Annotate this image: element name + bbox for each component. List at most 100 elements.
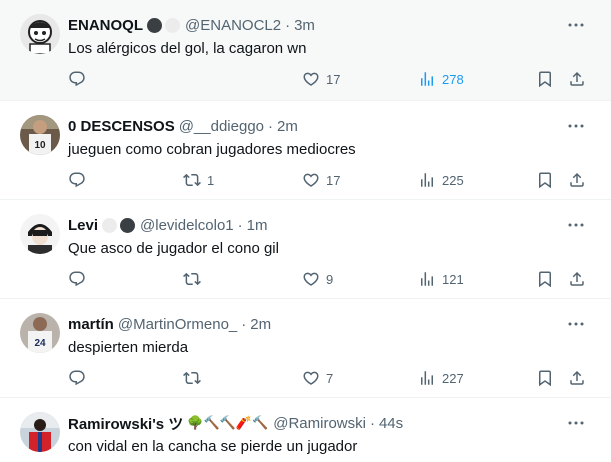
username[interactable]: @MartinOrmeno_ bbox=[118, 316, 237, 333]
more-icon[interactable] bbox=[567, 18, 585, 32]
avatar[interactable]: 10 bbox=[20, 115, 60, 155]
tweet-text: Que asco de jugador el cono gil bbox=[68, 240, 279, 257]
views-icon bbox=[418, 70, 436, 88]
heart-icon bbox=[302, 369, 320, 387]
share-button[interactable] bbox=[568, 369, 586, 387]
tweet-header: ENANOQL @ENANOCL2 · 3m bbox=[68, 16, 315, 34]
separator: · bbox=[285, 16, 291, 34]
reply-icon bbox=[68, 70, 86, 88]
display-name[interactable]: Ramirowski's ツ bbox=[68, 413, 183, 434]
like-count: 17 bbox=[326, 71, 341, 87]
heart-icon bbox=[302, 270, 320, 288]
timestamp[interactable]: 44s bbox=[379, 415, 403, 432]
black-circle-icon bbox=[147, 17, 162, 33]
username[interactable]: @Ramirowski bbox=[273, 415, 366, 432]
display-name[interactable]: martín bbox=[68, 316, 114, 333]
reply-button[interactable] bbox=[68, 270, 92, 288]
reply-button[interactable] bbox=[68, 369, 92, 387]
reply-icon bbox=[68, 369, 86, 387]
username[interactable]: @levidelcolo1 bbox=[140, 217, 234, 234]
tweet-text: Los alérgicos del gol, la cagaron wn bbox=[68, 40, 307, 57]
views-icon bbox=[418, 270, 436, 288]
display-name[interactable]: 0 DESCENSOS bbox=[68, 118, 175, 135]
like-count: 17 bbox=[326, 172, 341, 188]
action-bar: 9 121 bbox=[0, 270, 611, 292]
separator: · bbox=[268, 117, 274, 135]
bookmark-button[interactable] bbox=[536, 70, 554, 88]
more-icon[interactable] bbox=[567, 119, 585, 133]
share-icon bbox=[568, 70, 586, 88]
like-button[interactable]: 17 bbox=[302, 171, 340, 189]
tweet[interactable]: Levi @levidelcolo1 · 1m Que asco de juga… bbox=[0, 200, 611, 299]
tweet-text: con vidal en la cancha se pierde un juga… bbox=[68, 438, 358, 455]
bookmark-button[interactable] bbox=[536, 270, 554, 288]
view-count: 121 bbox=[442, 271, 464, 287]
share-button[interactable] bbox=[568, 70, 586, 88]
like-button[interactable]: 9 bbox=[302, 270, 333, 288]
retweet-icon bbox=[183, 171, 201, 189]
bookmark-button[interactable] bbox=[536, 171, 554, 189]
share-icon bbox=[568, 171, 586, 189]
reply-icon bbox=[68, 171, 86, 189]
reply-icon bbox=[68, 270, 86, 288]
reply-button[interactable] bbox=[68, 171, 92, 189]
name-emoji: 🌳🔨🔨🧨🔨 bbox=[187, 415, 269, 430]
display-name[interactable]: Levi bbox=[68, 217, 98, 234]
retweet-button[interactable] bbox=[183, 270, 207, 288]
share-button[interactable] bbox=[568, 270, 586, 288]
tweet-header: martín @MartinOrmeno_ · 2m bbox=[68, 315, 271, 333]
retweet-count: 1 bbox=[207, 172, 215, 188]
share-button[interactable] bbox=[568, 171, 586, 189]
tweet-header: Levi @levidelcolo1 · 1m bbox=[68, 216, 267, 234]
retweet-button[interactable]: 1 bbox=[183, 171, 214, 189]
views-icon bbox=[418, 369, 436, 387]
retweet-icon bbox=[183, 270, 201, 288]
retweet-button[interactable] bbox=[183, 369, 207, 387]
bookmark-icon bbox=[536, 270, 554, 288]
tweet[interactable]: ENANOQL @ENANOCL2 · 3m Los alérgicos del… bbox=[0, 0, 611, 101]
timestamp[interactable]: 2m bbox=[250, 316, 271, 333]
views-button[interactable]: 278 bbox=[418, 70, 464, 88]
action-bar: 1 17 225 bbox=[0, 171, 611, 193]
tweet-text: jueguen como cobran jugadores mediocres bbox=[68, 141, 356, 158]
svg-text:24: 24 bbox=[34, 338, 46, 349]
like-button[interactable]: 7 bbox=[302, 369, 333, 387]
heart-icon bbox=[302, 70, 320, 88]
avatar[interactable]: 24 bbox=[20, 313, 60, 353]
more-icon[interactable] bbox=[567, 416, 585, 430]
white-circle-icon bbox=[102, 217, 118, 233]
more-icon[interactable] bbox=[567, 317, 585, 331]
separator: · bbox=[241, 315, 247, 333]
share-icon bbox=[568, 270, 586, 288]
tweet-header: 0 DESCENSOS @__ddieggo · 2m bbox=[68, 117, 298, 135]
views-button[interactable]: 227 bbox=[418, 369, 464, 387]
reply-button[interactable] bbox=[68, 70, 92, 88]
timestamp[interactable]: 1m bbox=[247, 217, 268, 234]
views-button[interactable]: 121 bbox=[418, 270, 464, 288]
black-circle-icon bbox=[120, 217, 136, 233]
bookmark-button[interactable] bbox=[536, 369, 554, 387]
timestamp[interactable]: 3m bbox=[294, 17, 315, 34]
tweet[interactable]: 24 martín @MartinOrmeno_ · 2m despierten… bbox=[0, 299, 611, 398]
bookmark-icon bbox=[536, 70, 554, 88]
username[interactable]: @ENANOCL2 bbox=[185, 17, 281, 34]
display-name[interactable]: ENANOQL bbox=[68, 17, 143, 34]
views-button[interactable]: 225 bbox=[418, 171, 464, 189]
avatar[interactable] bbox=[20, 214, 60, 254]
like-count: 7 bbox=[326, 370, 334, 386]
share-icon bbox=[568, 369, 586, 387]
more-icon[interactable] bbox=[567, 218, 585, 232]
separator: · bbox=[369, 414, 375, 432]
tweet-text: despierten mierda bbox=[68, 339, 189, 356]
tweet[interactable]: 10 0 DESCENSOS @__ddieggo · 2m jueguen c… bbox=[0, 101, 611, 200]
tweet[interactable]: Ramirowski's ツ 🌳🔨🔨🧨🔨 @Ramirowski · 44s c… bbox=[0, 398, 611, 462]
bookmark-icon bbox=[536, 369, 554, 387]
avatar[interactable] bbox=[20, 14, 60, 54]
white-circle-icon bbox=[165, 17, 180, 33]
avatar[interactable] bbox=[20, 412, 60, 452]
username[interactable]: @__ddieggo bbox=[179, 118, 264, 135]
like-button[interactable]: 17 bbox=[302, 70, 340, 88]
separator: · bbox=[237, 216, 243, 234]
timestamp[interactable]: 2m bbox=[277, 118, 298, 135]
heart-icon bbox=[302, 171, 320, 189]
